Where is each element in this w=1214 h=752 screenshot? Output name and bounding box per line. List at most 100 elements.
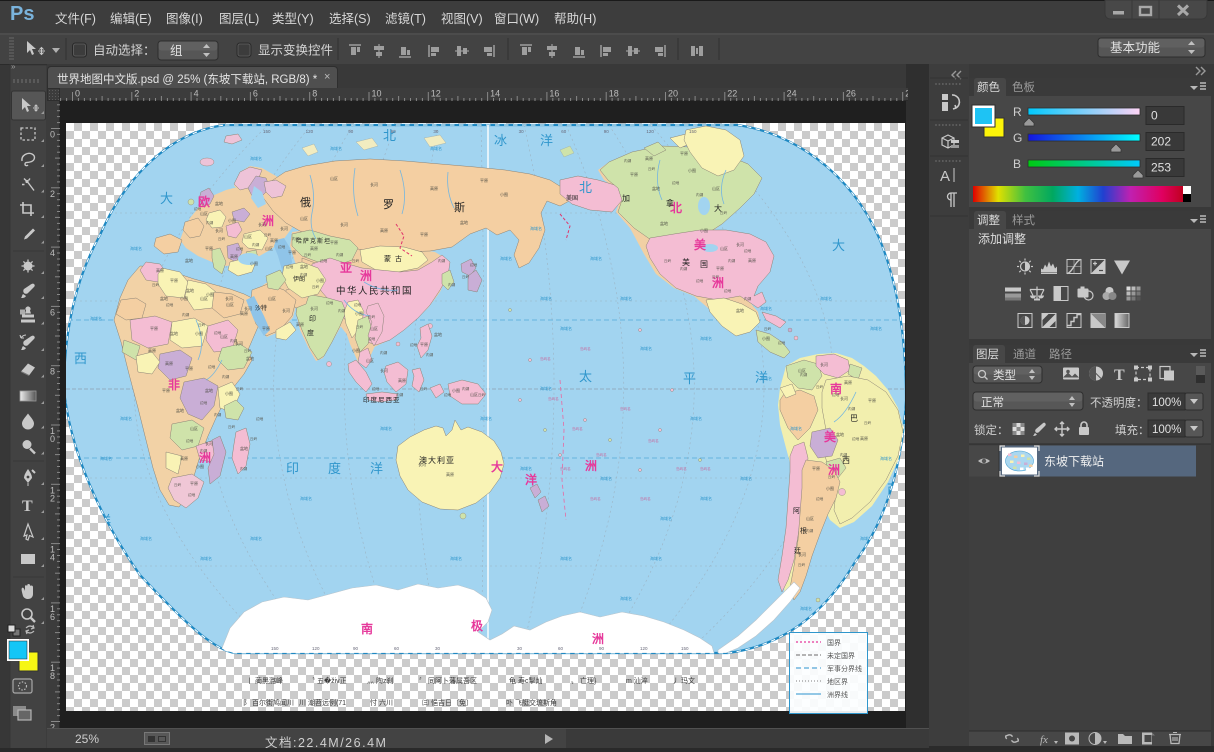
svg-text:内湖: 内湖 (462, 386, 470, 391)
svg-text:平原: 平原 (162, 388, 170, 393)
svg-text:14: 14 (490, 89, 500, 99)
svg-text:高原: 高原 (398, 377, 406, 383)
svg-text:海域名: 海域名 (640, 345, 652, 351)
svg-text:内湖: 内湖 (696, 192, 704, 197)
svg-text:岛屿名: 岛屿名 (590, 496, 601, 501)
svg-text:18: 18 (609, 89, 619, 99)
svg-text:内湖: 内湖 (182, 312, 190, 317)
svg-text:调整: 调整 (977, 213, 1000, 227)
svg-text:海域名: 海域名 (620, 595, 632, 601)
svg-text:小图: 小图 (500, 191, 508, 197)
svg-text:边地: 边地 (832, 392, 840, 397)
svg-text:海域名: 海域名 (760, 305, 772, 311)
svg-text:边地: 边地 (354, 302, 362, 307)
svg-text:内湖: 内湖 (380, 350, 388, 355)
svg-text:海域名: 海域名 (120, 415, 132, 421)
svg-text:山区: 山区 (470, 391, 478, 397)
svg-text:边地: 边地 (278, 244, 286, 249)
svg-text:内湖: 内湖 (680, 266, 688, 271)
svg-text:20: 20 (668, 89, 678, 99)
svg-text:高原: 高原 (380, 227, 388, 233)
svg-text:边地: 边地 (816, 496, 824, 501)
svg-text:28: 28 (905, 89, 908, 99)
svg-text:8: 8 (50, 671, 55, 681)
svg-text:高原: 高原 (270, 237, 278, 243)
svg-text:自动选择：: 自动选择： (93, 44, 156, 58)
svg-text:西: 西 (74, 351, 87, 366)
svg-text:边地: 边地 (326, 300, 334, 305)
svg-text:太: 太 (579, 369, 592, 384)
svg-text:小图: 小图 (180, 295, 188, 301)
svg-text:202: 202 (1151, 135, 1171, 149)
svg-text:高原: 高原 (446, 471, 454, 477)
svg-text:丘岭: 丘岭 (198, 322, 206, 327)
svg-text:国: 国 (700, 260, 708, 269)
svg-text:大: 大 (491, 459, 503, 474)
svg-text:高原: 高原 (844, 379, 852, 385)
svg-text:长河: 长河 (282, 307, 290, 313)
svg-text:海域名: 海域名 (660, 515, 672, 521)
svg-text:长河: 长河 (244, 305, 252, 311)
svg-text:小图: 小图 (352, 347, 360, 353)
svg-text:90: 90 (353, 646, 359, 651)
svg-text:洋: 洋 (540, 133, 553, 148)
svg-text:小图: 小图 (225, 390, 233, 396)
svg-text:海域名: 海域名 (430, 145, 442, 151)
svg-text:长河: 长河 (215, 227, 223, 233)
svg-text:2: 2 (50, 493, 55, 503)
svg-text:平原: 平原 (330, 240, 338, 245)
svg-text:内湖: 内湖 (800, 372, 808, 377)
svg-text:海域名: 海域名 (800, 605, 812, 611)
svg-text:盆地: 盆地 (215, 200, 223, 206)
svg-text:内湖: 内湖 (300, 272, 308, 277)
svg-text:丘岭: 丘岭 (356, 324, 364, 329)
svg-text:内湖: 内湖 (728, 258, 736, 263)
svg-text:海域名: 海域名 (480, 415, 492, 421)
svg-text:平原: 平原 (716, 266, 724, 271)
svg-text:边地: 边地 (200, 400, 208, 405)
svg-text:0: 0 (50, 434, 55, 444)
svg-text:山区: 山区 (220, 333, 228, 339)
svg-text:添加调整: 添加调整 (978, 231, 1026, 246)
svg-text:90: 90 (604, 129, 610, 134)
svg-text:蒙 古: 蒙 古 (384, 254, 403, 263)
svg-text:色板: 色板 (1012, 80, 1035, 94)
svg-text:边地: 边地 (672, 180, 680, 185)
svg-text:平原: 平原 (262, 326, 270, 331)
svg-text:内湖: 内湖 (806, 528, 814, 533)
svg-text:海域名: 海域名 (880, 455, 892, 461)
svg-text:山区: 山区 (300, 215, 308, 221)
svg-text:海域名: 海域名 (690, 415, 702, 421)
svg-text:长河: 长河 (225, 295, 233, 301)
svg-text:海域名: 海域名 (600, 475, 612, 481)
svg-text:岛屿名: 岛屿名 (700, 466, 711, 471)
svg-text:海域名: 海域名 (820, 295, 832, 301)
svg-text:山区: 山区 (366, 357, 374, 363)
svg-text:12: 12 (431, 89, 441, 99)
svg-text:高原: 高原 (156, 267, 164, 273)
svg-text:小图: 小图 (700, 227, 708, 233)
svg-text:海域名: 海域名 (760, 375, 772, 381)
svg-text:小图: 小图 (206, 291, 214, 297)
svg-text:30: 30 (435, 646, 441, 651)
svg-text:平原: 平原 (420, 342, 428, 347)
svg-text:小图: 小图 (452, 387, 460, 393)
svg-text:小图: 小图 (762, 335, 770, 341)
svg-text:岛屿名: 岛屿名 (580, 346, 591, 351)
svg-text:平原: 平原 (288, 250, 296, 255)
svg-text:边地: 边地 (744, 248, 752, 253)
svg-text:30: 30 (517, 646, 523, 651)
svg-text:海域名: 海域名 (130, 245, 142, 251)
svg-text:平: 平 (683, 371, 696, 386)
svg-text:山区: 山区 (806, 515, 814, 521)
svg-text:8: 8 (50, 367, 55, 377)
svg-text:丘岭: 丘岭 (304, 252, 312, 257)
svg-text:盆地: 盆地 (185, 257, 193, 263)
svg-text:丘岭: 丘岭 (174, 482, 182, 487)
svg-text:小图: 小图 (355, 310, 363, 316)
svg-text:内湖: 内湖 (848, 406, 856, 411)
svg-text:B: B (1013, 157, 1021, 171)
svg-text:路径: 路径 (1049, 347, 1072, 361)
svg-text:长河: 长河 (280, 225, 288, 231)
svg-text:地区界: 地区界 (827, 677, 848, 686)
